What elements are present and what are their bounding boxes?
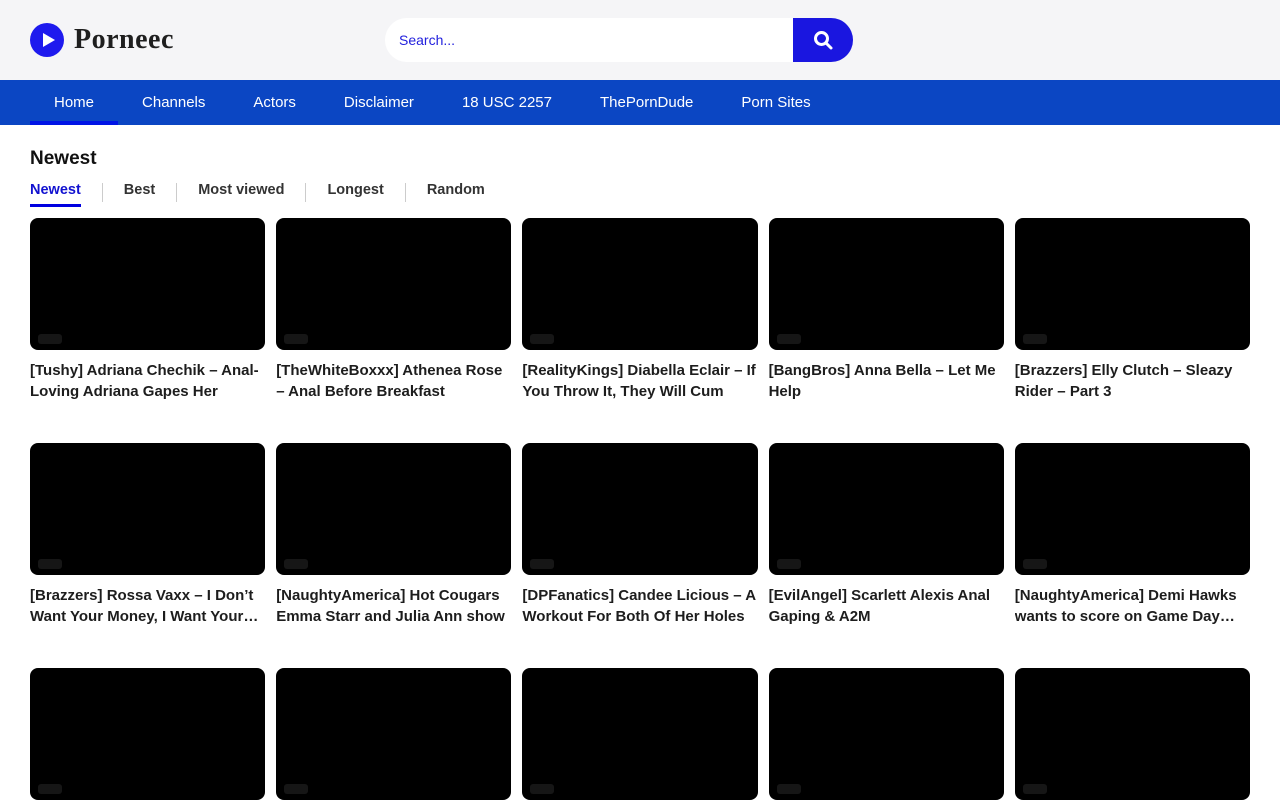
- video-thumbnail[interactable]: [1015, 218, 1250, 350]
- duration-badge: [38, 784, 62, 794]
- video-thumbnail[interactable]: [30, 668, 265, 800]
- site-header: Porneec: [0, 0, 1280, 80]
- nav-item-channels[interactable]: Channels: [118, 80, 229, 125]
- video-thumbnail[interactable]: [30, 218, 265, 350]
- video-card: [522, 668, 757, 800]
- duration-badge: [284, 334, 308, 344]
- duration-badge: [530, 559, 554, 569]
- nav-item-actors[interactable]: Actors: [229, 80, 320, 125]
- duration-badge: [530, 784, 554, 794]
- nav-item-disclaimer[interactable]: Disclaimer: [320, 80, 438, 125]
- video-title[interactable]: [Tushy] Adriana Chechik – Anal-Loving Ad…: [30, 360, 265, 402]
- nav-item-theporndude[interactable]: ThePornDude: [576, 80, 717, 125]
- video-card: [Tushy] Adriana Chechik – Anal-Loving Ad…: [30, 218, 265, 402]
- duration-badge: [284, 784, 308, 794]
- site-title: Porneec: [74, 24, 174, 56]
- duration-badge: [530, 334, 554, 344]
- duration-badge: [777, 334, 801, 344]
- video-title[interactable]: [DPFanatics] Candee Licious – A Workout …: [522, 585, 757, 627]
- video-title[interactable]: [NaughtyAmerica] Demi Hawks wants to sco…: [1015, 585, 1250, 627]
- sort-tabs: Newest Best Most viewed Longest Random: [30, 182, 1250, 207]
- video-card: [30, 668, 265, 800]
- search-input[interactable]: [385, 18, 793, 62]
- duration-badge: [777, 559, 801, 569]
- video-thumbnail[interactable]: [1015, 443, 1250, 575]
- nav-item-18-usc-2257[interactable]: 18 USC 2257: [438, 80, 576, 125]
- video-thumbnail[interactable]: [522, 218, 757, 350]
- video-title[interactable]: [Brazzers] Rossa Vaxx – I Don’t Want You…: [30, 585, 265, 627]
- site-logo[interactable]: Porneec: [30, 0, 174, 80]
- page-title: Newest: [30, 148, 1250, 170]
- duration-badge: [38, 559, 62, 569]
- video-card: [1015, 668, 1250, 800]
- video-card: [Brazzers] Rossa Vaxx – I Don’t Want You…: [30, 443, 265, 627]
- video-thumbnail[interactable]: [276, 443, 511, 575]
- video-thumbnail[interactable]: [276, 218, 511, 350]
- duration-badge: [777, 784, 801, 794]
- video-card: [EvilAngel] Scarlett Alexis Anal Gaping …: [769, 443, 1004, 627]
- tab-random[interactable]: Random: [406, 182, 506, 207]
- duration-badge: [1023, 334, 1047, 344]
- video-title[interactable]: [NaughtyAmerica] Hot Cougars Emma Starr …: [276, 585, 511, 627]
- video-card: [NaughtyAmerica] Hot Cougars Emma Starr …: [276, 443, 511, 627]
- search-bar: [385, 18, 853, 62]
- search-icon: [811, 28, 835, 52]
- video-thumbnail[interactable]: [30, 443, 265, 575]
- nav-item-home[interactable]: Home: [30, 80, 118, 125]
- video-card: [RealityKings] Diabella Eclair – If You …: [522, 218, 757, 402]
- video-thumbnail[interactable]: [522, 443, 757, 575]
- video-card: [769, 668, 1004, 800]
- search-button[interactable]: [793, 18, 853, 62]
- video-grid: [Tushy] Adriana Chechik – Anal-Loving Ad…: [30, 218, 1250, 800]
- video-card: [TheWhiteBoxxx] Athenea Rose – Anal Befo…: [276, 218, 511, 402]
- main-nav: Home Channels Actors Disclaimer 18 USC 2…: [0, 80, 1280, 125]
- duration-badge: [38, 334, 62, 344]
- video-title[interactable]: [TheWhiteBoxxx] Athenea Rose – Anal Befo…: [276, 360, 511, 402]
- video-card: [BangBros] Anna Bella – Let Me Help: [769, 218, 1004, 402]
- duration-badge: [1023, 559, 1047, 569]
- video-thumbnail[interactable]: [522, 668, 757, 800]
- video-title[interactable]: [RealityKings] Diabella Eclair – If You …: [522, 360, 757, 402]
- video-card: [NaughtyAmerica] Demi Hawks wants to sco…: [1015, 443, 1250, 627]
- tab-longest[interactable]: Longest: [306, 182, 404, 207]
- tab-newest[interactable]: Newest: [30, 182, 102, 207]
- video-thumbnail[interactable]: [276, 668, 511, 800]
- video-thumbnail[interactable]: [1015, 668, 1250, 800]
- video-title[interactable]: [BangBros] Anna Bella – Let Me Help: [769, 360, 1004, 402]
- tab-most-viewed[interactable]: Most viewed: [177, 182, 305, 207]
- video-card: [276, 668, 511, 800]
- duration-badge: [1023, 784, 1047, 794]
- video-card: [DPFanatics] Candee Licious – A Workout …: [522, 443, 757, 627]
- nav-item-porn-sites[interactable]: Porn Sites: [717, 80, 834, 125]
- video-title[interactable]: [Brazzers] Elly Clutch – Sleazy Rider – …: [1015, 360, 1250, 402]
- video-thumbnail[interactable]: [769, 218, 1004, 350]
- main-content: Newest Newest Best Most viewed Longest R…: [0, 148, 1280, 800]
- duration-badge: [284, 559, 308, 569]
- video-thumbnail[interactable]: [769, 443, 1004, 575]
- video-card: [Brazzers] Elly Clutch – Sleazy Rider – …: [1015, 218, 1250, 402]
- video-thumbnail[interactable]: [769, 668, 1004, 800]
- play-icon: [30, 23, 64, 57]
- video-title[interactable]: [EvilAngel] Scarlett Alexis Anal Gaping …: [769, 585, 1004, 627]
- tab-best[interactable]: Best: [103, 182, 176, 207]
